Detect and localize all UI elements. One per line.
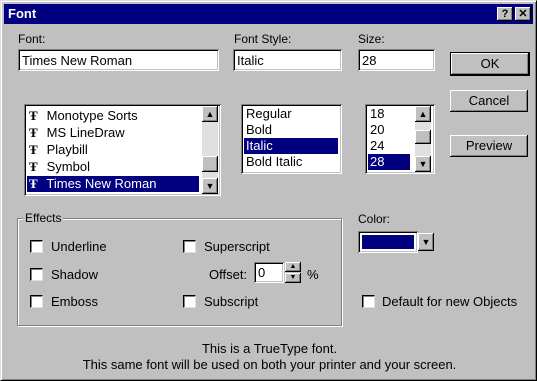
font-dialog: Font ? ✕ Font: Times New Roman Ŧ Monotyp… bbox=[0, 0, 537, 381]
truetype-font-icon: Ŧ bbox=[29, 125, 38, 140]
offset-label: Offset: bbox=[209, 267, 248, 282]
subscript-label[interactable]: Subscript bbox=[204, 294, 258, 309]
scroll-up-icon[interactable]: ▲ bbox=[202, 106, 218, 122]
truetype-font-icon: Ŧ bbox=[29, 142, 38, 157]
cancel-button[interactable]: Cancel bbox=[450, 90, 528, 112]
list-item-selected[interactable]: 28 bbox=[368, 154, 410, 170]
font-style-label: Font Style: bbox=[234, 32, 292, 46]
truetype-font-icon: Ŧ bbox=[29, 176, 38, 191]
color-label: Color: bbox=[358, 212, 391, 226]
truetype-font-icon: Ŧ bbox=[29, 108, 38, 123]
font-scrollbar[interactable]: ▲ ▼ bbox=[202, 106, 218, 194]
title-bar: Font ? ✕ bbox=[4, 4, 533, 24]
list-item[interactable]: Ŧ Playbill bbox=[27, 142, 88, 158]
font-style-list[interactable]: Regular Bold Italic Bold Italic bbox=[241, 104, 342, 174]
list-item[interactable]: Bold Italic bbox=[244, 154, 302, 170]
list-item[interactable]: 24 bbox=[368, 138, 384, 154]
offset-unit: % bbox=[307, 267, 319, 282]
emboss-label[interactable]: Emboss bbox=[51, 294, 98, 309]
underline-label[interactable]: Underline bbox=[51, 239, 107, 254]
superscript-checkbox[interactable] bbox=[183, 240, 196, 253]
spin-up-icon[interactable]: ▲ bbox=[285, 262, 301, 272]
size-label: Size: bbox=[358, 32, 385, 46]
color-swatch bbox=[362, 235, 414, 249]
list-item-selected[interactable]: Italic bbox=[244, 138, 338, 154]
scroll-down-icon[interactable]: ▼ bbox=[415, 156, 431, 172]
list-item-selected[interactable]: Ŧ Times New Roman bbox=[27, 176, 199, 192]
list-item[interactable]: Bold bbox=[244, 122, 272, 138]
help-button[interactable]: ? bbox=[497, 7, 513, 21]
offset-spinner[interactable]: ▲ ▼ bbox=[285, 262, 301, 283]
list-item[interactable]: Ŧ Symbol bbox=[27, 159, 90, 175]
default-label[interactable]: Default for new Objects bbox=[382, 294, 517, 309]
spin-down-icon[interactable]: ▼ bbox=[285, 273, 301, 283]
ok-button[interactable]: OK bbox=[450, 52, 530, 76]
scroll-down-icon[interactable]: ▼ bbox=[202, 178, 218, 194]
list-item[interactable]: Regular bbox=[244, 106, 292, 122]
effects-label: Effects bbox=[23, 211, 64, 225]
chevron-down-icon[interactable]: ▼ bbox=[418, 233, 434, 251]
preview-button[interactable]: Preview bbox=[450, 135, 528, 157]
underline-checkbox[interactable] bbox=[30, 240, 43, 253]
list-item[interactable]: 18 bbox=[368, 106, 384, 122]
window-title: Font bbox=[8, 6, 37, 21]
shadow-checkbox[interactable] bbox=[30, 268, 43, 281]
list-item[interactable]: Ŧ MS LineDraw bbox=[27, 125, 125, 141]
list-item[interactable]: 20 bbox=[368, 122, 384, 138]
size-scrollbar[interactable]: ▲ ▼ bbox=[415, 106, 431, 172]
scroll-thumb[interactable] bbox=[202, 156, 218, 172]
scroll-thumb[interactable] bbox=[415, 130, 431, 144]
superscript-label[interactable]: Superscript bbox=[204, 239, 270, 254]
shadow-label[interactable]: Shadow bbox=[51, 267, 98, 282]
subscript-checkbox[interactable] bbox=[183, 295, 196, 308]
size-list[interactable]: 18 20 24 28 ▲ ▼ bbox=[365, 104, 435, 174]
emboss-checkbox[interactable] bbox=[30, 295, 43, 308]
footer-line-2: This same font will be used on both your… bbox=[82, 357, 457, 372]
font-input[interactable]: Times New Roman bbox=[18, 49, 219, 71]
footer-line-1: This is a TrueType font. bbox=[201, 341, 338, 356]
font-style-input[interactable]: Italic bbox=[233, 49, 342, 71]
truetype-font-icon: Ŧ bbox=[29, 159, 38, 174]
size-input[interactable]: 28 bbox=[358, 49, 435, 71]
close-button[interactable]: ✕ bbox=[515, 7, 531, 21]
font-label: Font: bbox=[18, 32, 46, 46]
offset-input[interactable]: 0 bbox=[254, 262, 284, 283]
font-list[interactable]: Ŧ Monotype Sorts Ŧ MS LineDraw Ŧ Playbil… bbox=[24, 104, 221, 196]
default-checkbox[interactable] bbox=[362, 295, 375, 308]
scroll-up-icon[interactable]: ▲ bbox=[415, 106, 431, 122]
list-item[interactable]: Ŧ Monotype Sorts bbox=[27, 108, 138, 124]
color-select[interactable] bbox=[358, 231, 418, 253]
